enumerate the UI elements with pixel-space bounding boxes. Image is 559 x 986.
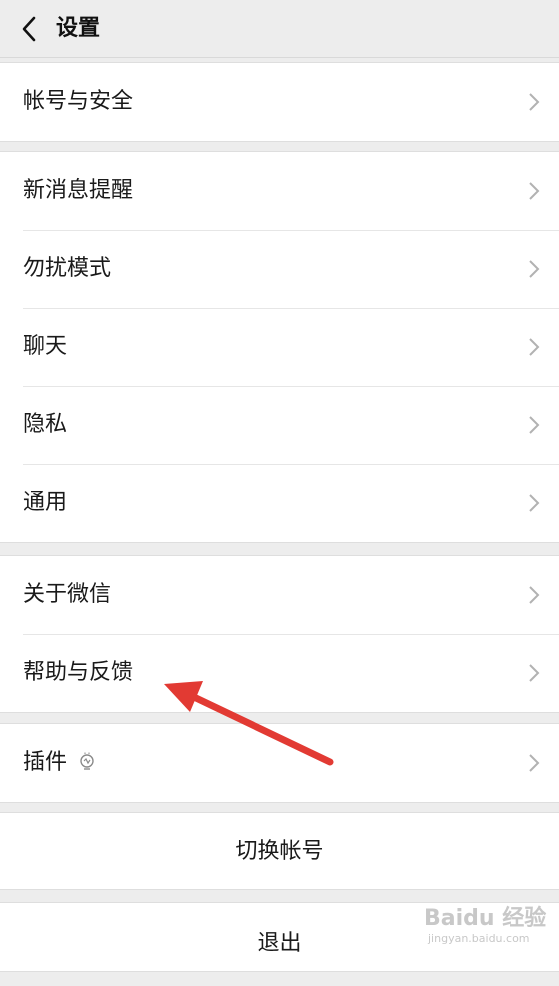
chevron-right-icon <box>529 664 540 682</box>
settings-item-label: 新消息提醒 <box>23 178 134 203</box>
group-general-settings: 新消息提醒 勿扰模式 聊天 隐私 通用 <box>0 151 559 543</box>
settings-item-label: 插件 <box>23 750 68 775</box>
group-plugins: 插件 <box>0 723 559 803</box>
chevron-right-icon <box>529 260 540 278</box>
chevron-right-icon <box>529 182 540 200</box>
settings-item-label: 通用 <box>23 490 68 515</box>
settings-item-general[interactable]: 通用 <box>0 464 559 542</box>
settings-item-privacy[interactable]: 隐私 <box>0 386 559 464</box>
settings-item-label: 隐私 <box>23 412 68 437</box>
nav-header: 设置 <box>0 0 559 58</box>
settings-item-new-message-alerts[interactable]: 新消息提醒 <box>0 152 559 230</box>
settings-item-help-feedback[interactable]: 帮助与反馈 <box>0 634 559 712</box>
settings-item-do-not-disturb[interactable]: 勿扰模式 <box>0 230 559 308</box>
settings-item-about-wechat[interactable]: 关于微信 <box>0 556 559 634</box>
settings-item-label: 勿扰模式 <box>23 256 112 281</box>
settings-item-plugins[interactable]: 插件 <box>0 724 559 802</box>
group-about: 关于微信 帮助与反馈 <box>0 555 559 713</box>
back-button[interactable] <box>14 13 44 45</box>
back-arrow-icon <box>22 16 36 42</box>
settings-item-label: 帮助与反馈 <box>23 660 134 685</box>
settings-item-chats[interactable]: 聊天 <box>0 308 559 386</box>
switch-account-button[interactable]: 切换帐号 <box>0 812 559 890</box>
logout-label: 退出 <box>257 931 302 956</box>
switch-account-label: 切换帐号 <box>235 839 324 864</box>
settings-item-label: 关于微信 <box>23 582 112 607</box>
chevron-right-icon <box>529 494 540 512</box>
settings-item-label: 帐号与安全 <box>23 89 134 114</box>
group-account: 帐号与安全 <box>0 62 559 142</box>
chevron-right-icon <box>529 93 540 111</box>
chevron-right-icon <box>529 586 540 604</box>
page-title: 设置 <box>56 16 101 41</box>
chevron-right-icon <box>529 416 540 434</box>
chevron-right-icon <box>529 338 540 356</box>
settings-item-label: 聊天 <box>23 334 68 359</box>
watermark-url: jingyan.baidu.com <box>428 932 530 945</box>
chevron-right-icon <box>529 754 540 772</box>
baidu-watermark: Baidu 经验 jingyan.baidu.com <box>420 896 555 954</box>
plugin-bulb-icon <box>80 752 94 770</box>
watermark-logo-text: Baidu 经验 <box>424 906 547 931</box>
settings-item-account-security[interactable]: 帐号与安全 <box>0 63 559 141</box>
